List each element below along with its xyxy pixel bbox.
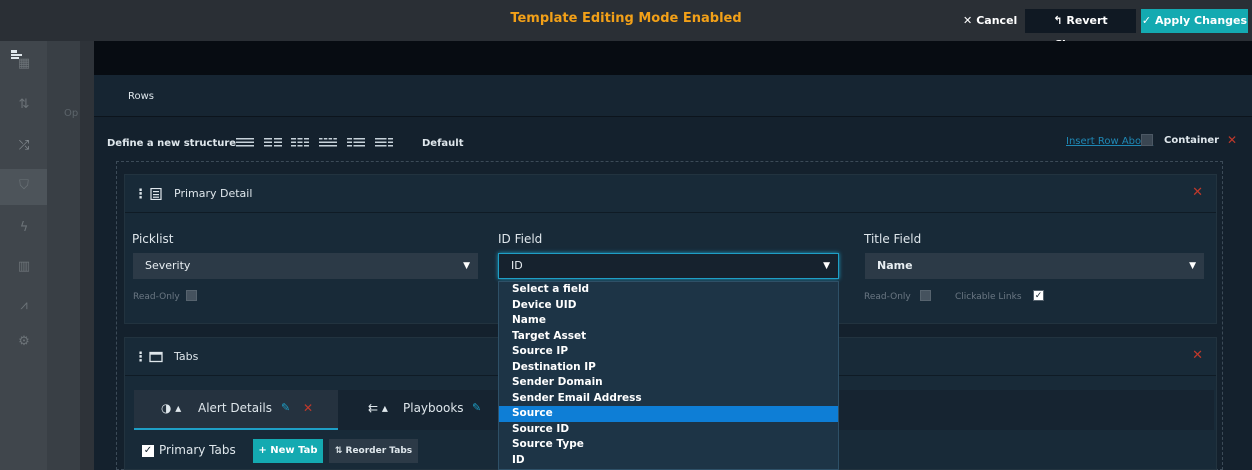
picklist-readonly-label: Read-Only (133, 292, 180, 302)
cancel-label: Cancel (976, 14, 1018, 27)
tab-icon: ◑ ▴ (161, 401, 182, 415)
tab-icon: ⇇ ▴ (368, 401, 388, 415)
plus-icon: + (258, 445, 267, 456)
dropdown-option-selected[interactable]: Source (499, 406, 838, 422)
layout-default-option[interactable]: Default (422, 138, 464, 149)
remove-panel-icon[interactable]: ✕ (1192, 348, 1203, 363)
window-icon (149, 351, 163, 363)
reorder-tabs-button[interactable]: ⇅ Reorder Tabs (329, 439, 418, 463)
title-field-value: Name (877, 259, 913, 272)
shield-icon[interactable]: ⛉ (15, 177, 33, 195)
chart-icon[interactable]: ⩘ (15, 297, 33, 315)
picklist-select[interactable]: Severity ▼ (133, 253, 478, 279)
revert-changes-button[interactable]: ↰ Revert Changes (1025, 9, 1136, 51)
rows-icon (11, 50, 22, 59)
edit-icon[interactable]: ✎ (281, 401, 290, 414)
cancel-button[interactable]: ✕ Cancel (963, 9, 1017, 33)
layout-3col-icon[interactable] (291, 137, 309, 148)
sort-icon[interactable]: ⇅ (15, 96, 33, 114)
primary-tabs-label: Primary Tabs (159, 443, 236, 457)
picklist-label: Picklist (132, 232, 174, 246)
dropdown-option[interactable]: Name (499, 313, 838, 329)
clickable-links-label: Clickable Links (955, 292, 1022, 302)
background-text: Op (64, 108, 79, 119)
clipboard-icon (150, 188, 162, 200)
define-structure-label: Define a new structure (107, 138, 237, 149)
new-tab-label: New Tab (270, 445, 318, 456)
tab-playbooks[interactable]: ⇇ ▴ Playbooks ✎ (355, 390, 500, 430)
layout-narrow-wide-icon[interactable] (375, 137, 393, 148)
title-field-label: Title Field (864, 232, 922, 246)
editor-top-strip (94, 41, 1252, 75)
dropdown-option[interactable]: Source IP (499, 344, 838, 360)
sort-icon: ⇅ (334, 446, 343, 456)
panel-title: Tabs (174, 350, 199, 363)
container-checkbox[interactable] (1141, 134, 1153, 146)
tab-label: Playbooks (403, 401, 464, 415)
template-mode-bar: Template Editing Mode Enabled ✕ Cancel ↰ … (0, 0, 1252, 51)
panel-header: ⋮ Primary Detail ✕ (125, 175, 1216, 213)
clickable-links-checkbox[interactable]: ✓ (1033, 290, 1044, 301)
secondary-panel (47, 41, 80, 470)
shuffle-icon[interactable]: ⤮ (15, 137, 33, 155)
panel-divider (80, 41, 94, 470)
apply-label: Apply Changes (1154, 14, 1248, 27)
dropdown-option[interactable]: Device UID (499, 298, 838, 314)
remove-panel-icon[interactable]: ✕ (1192, 185, 1203, 200)
settings-icon[interactable]: ⚙ (15, 333, 33, 351)
picklist-value: Severity (145, 259, 191, 272)
dropdown-option[interactable]: Sender Domain (499, 375, 838, 391)
title-readonly-checkbox[interactable] (920, 290, 931, 301)
left-navigation: ▦ ⇅ ⤮ ⛉ ϟ ▥ ⩘ ⚙ (0, 41, 47, 470)
id-field-dropdown: Select a field Device UID Name Target As… (498, 281, 839, 470)
reorder-tabs-label: Reorder Tabs (345, 446, 413, 456)
check-icon: ✓ (1141, 14, 1152, 27)
building-icon[interactable]: ▥ (15, 258, 33, 276)
layout-4col-icon[interactable] (319, 137, 337, 148)
edit-icon[interactable]: ✎ (472, 401, 481, 414)
layout-wide-narrow-icon[interactable] (347, 137, 365, 148)
rows-header (94, 75, 1252, 117)
remove-tab-icon[interactable]: ✕ (303, 401, 313, 415)
drag-handle-icon[interactable]: ⋮ (134, 350, 147, 365)
rows-label: Rows (128, 91, 155, 102)
dropdown-option[interactable]: Sender Email Address (499, 391, 838, 407)
id-field-select[interactable]: ID ▼ (498, 253, 839, 279)
title-field-select[interactable]: Name ▼ (865, 253, 1204, 279)
dropdown-option[interactable]: Source ID (499, 422, 838, 438)
id-field-value: ID (511, 259, 523, 272)
dropdown-option[interactable]: Select a field (499, 282, 838, 298)
bolt-icon[interactable]: ϟ (15, 219, 33, 237)
new-tab-button[interactable]: + New Tab (253, 439, 323, 463)
container-label: Container (1164, 135, 1220, 146)
caret-down-icon: ▼ (823, 261, 830, 271)
tab-label: Alert Details (198, 401, 272, 415)
id-field-label: ID Field (498, 232, 543, 246)
panel-title: Primary Detail (174, 187, 253, 200)
picklist-readonly-checkbox[interactable] (186, 290, 197, 301)
undo-icon: ↰ (1053, 14, 1063, 27)
layout-2col-icon[interactable] (264, 137, 282, 148)
dropdown-option[interactable]: Target Asset (499, 329, 838, 345)
dropdown-option[interactable]: Source Type (499, 437, 838, 453)
title-readonly-label: Read-Only (864, 292, 911, 302)
tab-alert-details[interactable]: ◑ ▴ Alert Details ✎ ✕ (134, 390, 338, 430)
caret-down-icon: ▼ (1189, 261, 1196, 271)
dropdown-option[interactable]: Destination IP (499, 360, 838, 376)
drag-handle-icon[interactable]: ⋮ (134, 187, 147, 202)
apply-changes-button[interactable]: ✓ Apply Changes (1141, 9, 1248, 33)
remove-row-icon[interactable]: ✕ (1227, 133, 1237, 147)
layout-1col-icon[interactable] (236, 137, 254, 148)
caret-down-icon: ▼ (463, 261, 470, 271)
close-icon: ✕ (963, 14, 973, 27)
primary-tabs-checkbox[interactable]: ✓ (142, 445, 154, 457)
dropdown-option[interactable]: ID (499, 453, 838, 469)
